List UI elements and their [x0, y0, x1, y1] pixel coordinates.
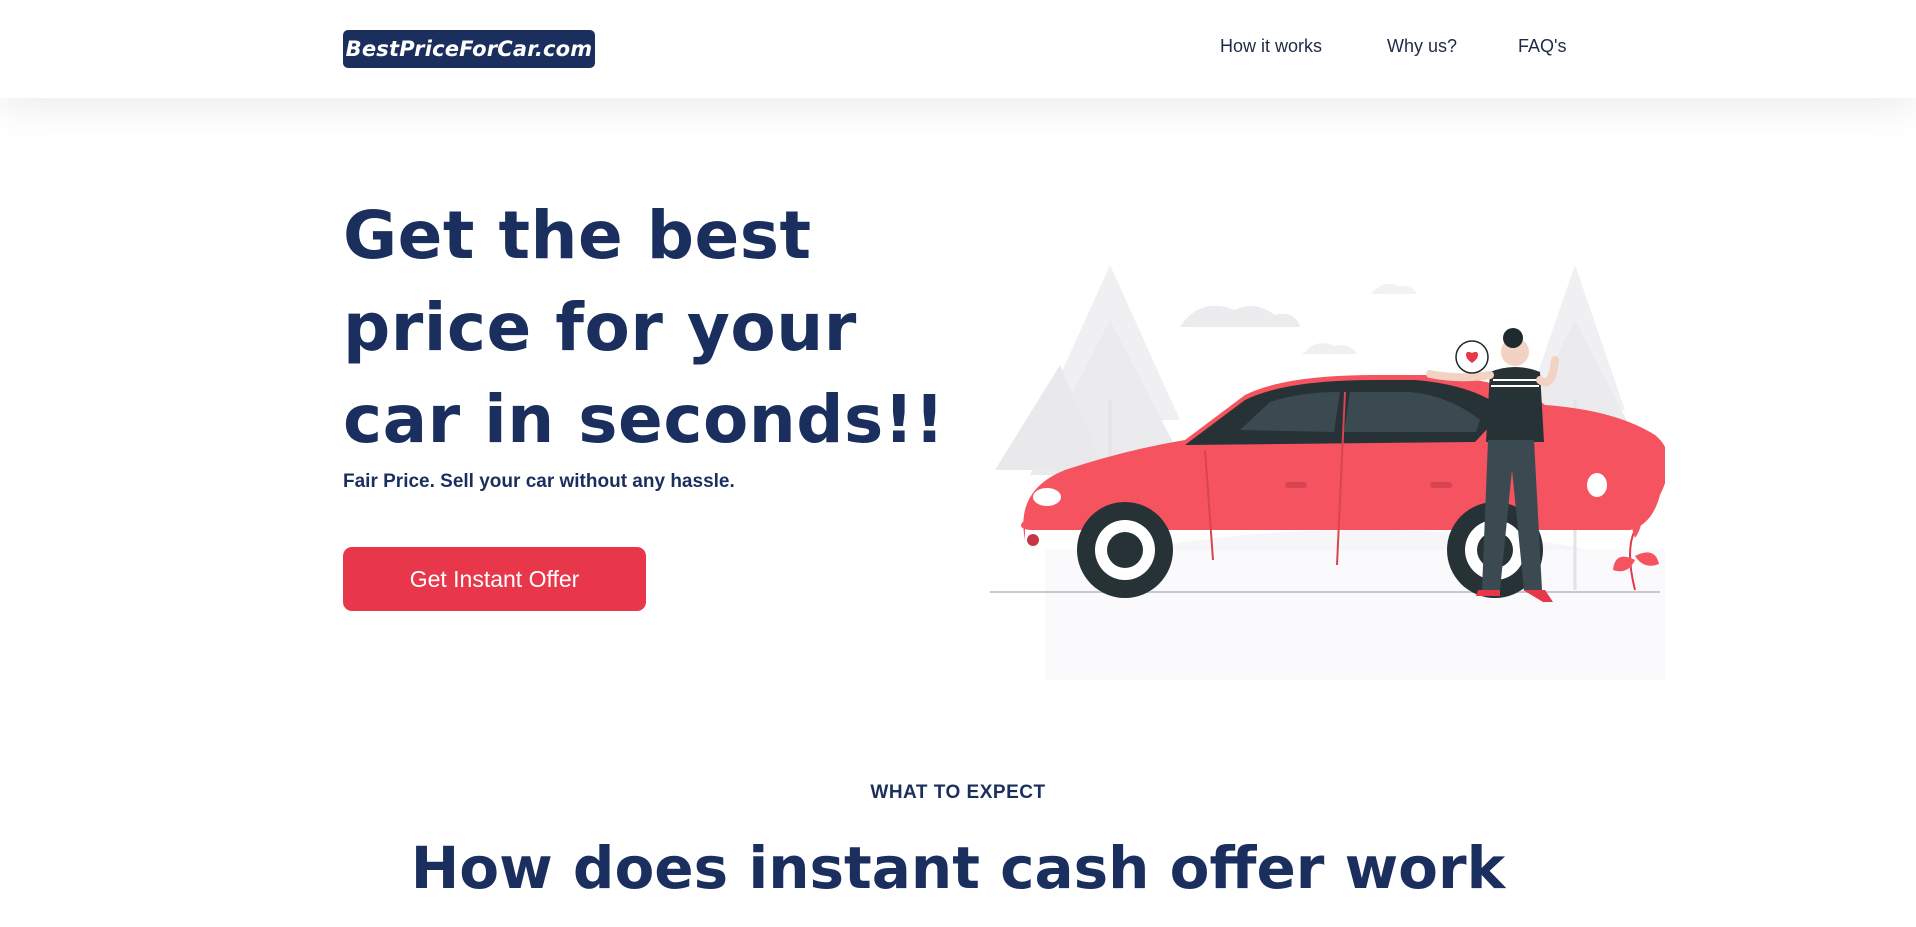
nav-link-faqs[interactable]: FAQ's [1518, 36, 1566, 57]
hero-subtitle: Fair Price. Sell your car without any ha… [343, 471, 735, 492]
section-title: How does instant cash offer work [410, 834, 1506, 902]
navbar: BestPriceForCar.com How it works Why us?… [0, 0, 1916, 98]
hero-title: Get the best price for your car in secon… [343, 197, 945, 458]
nav-link-why-us[interactable]: Why us? [1387, 36, 1457, 57]
nav-links: How it works Why us? FAQ's [0, 36, 1916, 62]
man-with-red-car-illustration [990, 265, 1665, 680]
nav-link-how-it-works[interactable]: How it works [1220, 36, 1322, 57]
section-eyebrow: WHAT TO EXPECT [870, 782, 1046, 803]
get-instant-offer-button[interactable]: Get Instant Offer [343, 547, 646, 611]
